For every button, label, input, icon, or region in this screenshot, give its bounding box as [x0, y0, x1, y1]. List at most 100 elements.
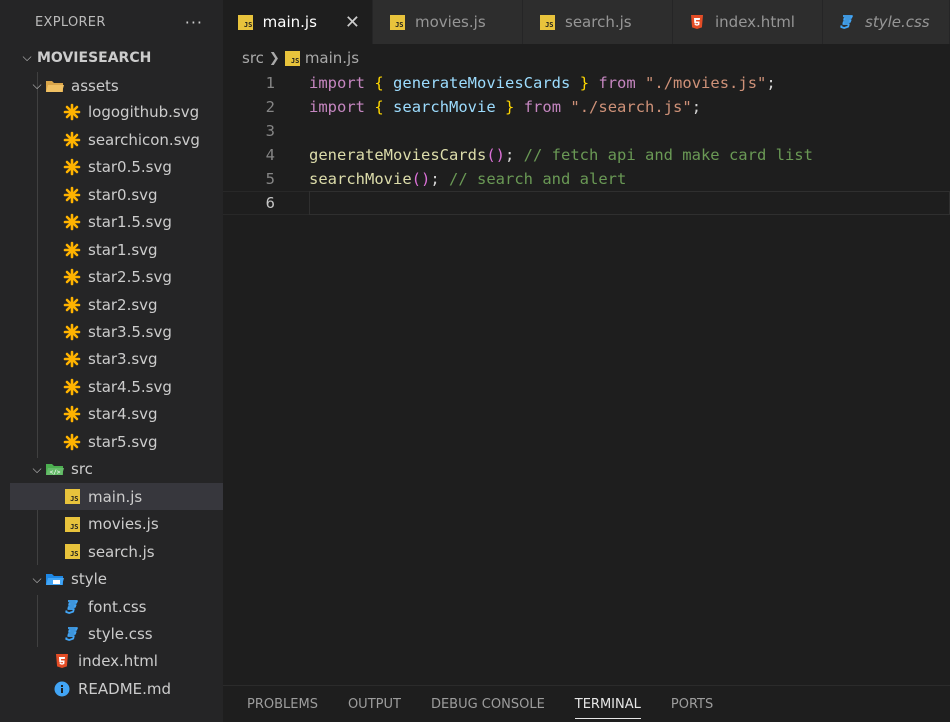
svg-file-icon	[62, 432, 82, 452]
file-label: font.css	[88, 597, 147, 616]
code-text: searchMovie(); // search and alert	[309, 170, 627, 188]
svg-file-icon	[62, 130, 82, 150]
tab-index-html[interactable]: index.html	[673, 0, 823, 44]
code-line: 1 import { generateMoviesCards } from ".…	[223, 71, 950, 95]
chevron-down-icon: ⌵	[22, 50, 32, 64]
panel-tab-ports[interactable]: PORTS	[671, 686, 713, 722]
chevron-down-icon: ⌵	[32, 78, 42, 92]
file-label: star4.5.svg	[88, 377, 172, 396]
file-item[interactable]: star4.svg	[10, 401, 223, 428]
tab-label: main.js	[262, 13, 317, 31]
code-line: 3	[223, 119, 950, 143]
breadcrumb-file[interactable]: main.js	[305, 49, 359, 67]
file-item[interactable]: star5.svg	[10, 428, 223, 455]
code-line: 5 searchMovie(); // search and alert	[223, 167, 950, 191]
file-label: star4.svg	[88, 405, 158, 424]
tab-label: movies.js	[415, 13, 486, 31]
file-label: index.html	[78, 652, 158, 671]
close-icon[interactable]: ✕	[345, 12, 360, 33]
folder-assets[interactable]: ⌵ assets	[10, 72, 223, 99]
file-item[interactable]: JS movies.js	[10, 511, 223, 538]
file-label: star2.5.svg	[88, 268, 172, 287]
file-label: searchicon.svg	[88, 130, 200, 149]
css-file-icon	[62, 597, 82, 617]
js-file-icon: JS	[62, 542, 82, 562]
tab-movies-js[interactable]: JS movies.js	[373, 0, 523, 44]
html-file-icon	[52, 651, 72, 671]
file-label: star3.5.svg	[88, 323, 172, 341]
file-item[interactable]: star1.5.svg	[10, 209, 223, 236]
code-line: 4 generateMoviesCards(); // fetch api an…	[223, 143, 950, 167]
file-item[interactable]: star1.svg	[10, 236, 223, 263]
tab-label: index.html	[715, 13, 795, 31]
breadcrumb-folder[interactable]: src	[242, 49, 264, 67]
svg-file-icon	[62, 322, 82, 342]
svg-file-icon	[62, 102, 82, 122]
svg-file-icon	[62, 267, 82, 287]
js-file-icon: JS	[237, 12, 255, 32]
file-item[interactable]: star2.5.svg	[10, 264, 223, 291]
file-label: star1.5.svg	[88, 213, 172, 232]
file-item[interactable]: logogithub.svg	[10, 99, 223, 126]
file-item[interactable]: font.css	[10, 593, 223, 620]
file-item[interactable]: star3.svg	[10, 346, 223, 373]
file-item[interactable]: searchicon.svg	[10, 126, 223, 153]
css-file-icon	[62, 624, 82, 644]
chevron-down-icon: ⌵	[32, 571, 42, 586]
svg-file-icon	[62, 240, 82, 260]
file-item[interactable]: star0.5.svg	[10, 154, 223, 181]
file-item[interactable]: star4.5.svg	[10, 373, 223, 400]
file-item[interactable]: star0.svg	[10, 181, 223, 208]
code-text: generateMoviesCards(); // fetch api and …	[309, 146, 813, 164]
code-line-current: 6	[223, 191, 950, 215]
js-file-icon: JS	[285, 48, 301, 68]
line-number: 3	[265, 122, 275, 140]
file-label: star0.svg	[88, 185, 158, 204]
project-folder-row[interactable]: ⌵ MOVIESEARCH	[10, 44, 223, 71]
file-item[interactable]: README.md	[10, 675, 223, 702]
svg-file-icon	[62, 212, 82, 232]
line-number: 1	[265, 74, 275, 92]
explorer-title: EXPLORER	[35, 14, 106, 30]
tab-search-js[interactable]: JS search.js	[523, 0, 673, 44]
folder-style[interactable]: ⌵ style	[10, 566, 223, 593]
more-actions-icon[interactable]: ···	[185, 13, 203, 32]
html-file-icon	[687, 12, 707, 32]
file-label: movies.js	[88, 515, 159, 534]
panel-tab-debug-console[interactable]: DEBUG CONSOLE	[431, 686, 545, 722]
chevron-right-icon: ❯	[268, 50, 280, 66]
file-item[interactable]: star2.svg	[10, 291, 223, 318]
svg-file-icon	[62, 295, 82, 315]
line-number: 5	[265, 170, 275, 188]
js-file-icon: JS	[537, 12, 557, 32]
panel-tab-terminal[interactable]: TERMINAL	[574, 686, 642, 722]
chevron-down-icon: ⌵	[32, 461, 42, 476]
file-label: search.js	[88, 542, 155, 561]
file-label: main.js	[88, 487, 143, 506]
tab-main-js[interactable]: JS main.js ✕	[223, 0, 373, 44]
explorer-header: EXPLORER ···	[0, 0, 223, 44]
tab-label: search.js	[565, 13, 632, 31]
panel-tab-output[interactable]: OUTPUT	[348, 686, 401, 722]
panel-tab-problems[interactable]: PROBLEMS	[247, 686, 318, 722]
svg-file-icon	[62, 404, 82, 424]
file-label: star2.svg	[88, 295, 158, 314]
tab-style-css[interactable]: style.css	[823, 0, 950, 44]
file-item[interactable]: index.html	[10, 648, 223, 675]
file-item[interactable]: star3.5.svg	[10, 319, 223, 346]
file-item[interactable]: JS main.js	[10, 483, 223, 511]
breadcrumb: src ❯ JS main.js	[223, 44, 950, 72]
file-item[interactable]: style.css	[10, 620, 223, 647]
line-number: 2	[265, 98, 275, 116]
folder-src[interactable]: ⌵ </> src	[10, 456, 223, 483]
editor-tabs: JS main.js ✕ JS movies.js JS search.js i…	[223, 0, 950, 44]
file-label: star0.5.svg	[88, 158, 172, 177]
folder-style-icon	[45, 569, 65, 589]
svg-file-icon	[62, 349, 82, 369]
svg-file-icon	[62, 185, 82, 205]
code-line: 2 import { searchMovie } from "./search.…	[223, 95, 950, 119]
js-file-icon: JS	[62, 487, 82, 507]
file-label: style.css	[88, 624, 153, 643]
file-item[interactable]: JS search.js	[10, 538, 223, 565]
svg-file-icon	[62, 377, 82, 397]
